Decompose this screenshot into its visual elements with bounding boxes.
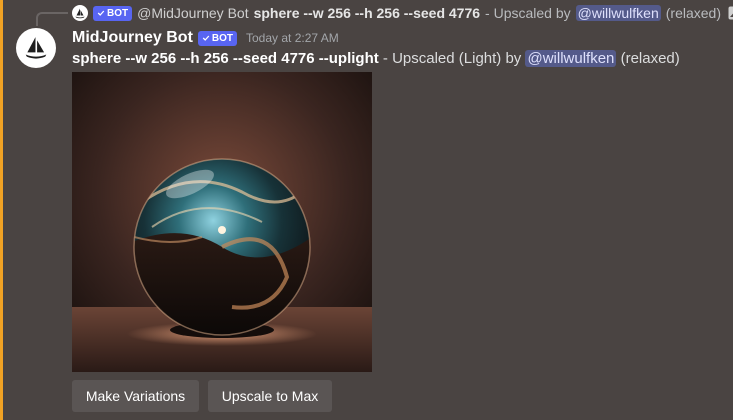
message-command: sphere --w 256 --h 256 --seed 4776 --upl… — [72, 50, 379, 67]
reply-suffix: (relaxed) — [665, 5, 721, 21]
message-content: sphere --w 256 --h 256 --seed 4776 --upl… — [72, 50, 680, 67]
reply-bot-badge: BOT — [93, 5, 133, 21]
highlight-accent-bar — [0, 0, 3, 420]
reply-author[interactable]: @MidJourney Bot — [137, 5, 248, 21]
bot-badge-label: BOT — [211, 32, 233, 44]
reply-command[interactable]: sphere --w 256 --h 256 --seed 4776 — [254, 5, 480, 21]
sailboat-icon — [25, 37, 47, 59]
upscale-to-max-button[interactable]: Upscale to Max — [208, 380, 332, 412]
checkmark-icon — [202, 35, 210, 41]
bot-avatar[interactable] — [16, 28, 56, 68]
reply-bot-badge-label: BOT — [107, 7, 129, 19]
sphere-artwork — [72, 72, 372, 372]
reply-preview[interactable]: BOT @MidJourney Bot sphere --w 256 --h 2… — [72, 3, 733, 23]
message-suffix: (relaxed) — [616, 50, 680, 67]
reply-separator: - Upscaled by — [485, 5, 571, 21]
checkmark-icon — [97, 10, 105, 16]
message-timestamp[interactable]: Today at 2:27 AM — [246, 31, 339, 45]
generated-image-attachment[interactable] — [72, 72, 372, 372]
bot-badge: BOT — [197, 30, 237, 46]
reply-avatar-sailboat-icon[interactable] — [72, 5, 88, 21]
reply-connector-line — [36, 12, 68, 26]
message-header: MidJourney Bot BOT Today at 2:27 AM — [72, 28, 339, 48]
user-mention[interactable]: @willwulfken — [525, 50, 617, 67]
bot-username[interactable]: MidJourney Bot — [72, 29, 193, 47]
message-separator: - Upscaled (Light) by — [378, 50, 526, 67]
make-variations-button[interactable]: Make Variations — [72, 380, 199, 412]
reply-mention[interactable]: @willwulfken — [575, 5, 661, 21]
image-icon — [728, 6, 733, 20]
